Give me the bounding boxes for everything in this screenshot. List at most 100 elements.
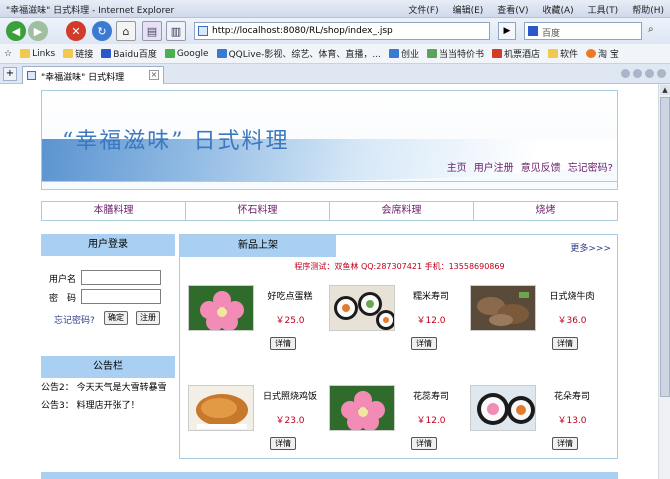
fav-jipiao[interactable]: 机票酒店 xyxy=(492,47,540,60)
tab-prev-icon[interactable] xyxy=(633,69,642,78)
product-image-maki[interactable] xyxy=(329,285,395,331)
scroll-up-icon[interactable]: ▲ xyxy=(660,85,670,95)
notice-item[interactable]: 公告2： 今天天气是大雪转暴雪 xyxy=(41,380,167,393)
new-products-heading: 新品上架 xyxy=(180,235,336,257)
confirm-button[interactable]: 确定 xyxy=(104,311,128,325)
link-home[interactable]: 主页 xyxy=(447,159,467,174)
folder-icon xyxy=(63,49,74,58)
tab-list-icon[interactable] xyxy=(621,69,630,78)
page-icon xyxy=(216,49,227,58)
category-honzen[interactable]: 本膳料理 xyxy=(42,202,186,220)
stop-icon[interactable]: ✕ xyxy=(66,21,86,41)
tab-current[interactable]: "幸福滋味" 日式料理 × xyxy=(22,66,164,84)
login-heading: 用户登录 xyxy=(41,234,175,256)
close-icon[interactable]: × xyxy=(149,70,159,80)
product-price: ￥36.0 xyxy=(557,316,587,326)
link-register[interactable]: 用户注册 xyxy=(474,159,514,174)
category-kaiseki[interactable]: 怀石料理 xyxy=(186,202,330,220)
product-image-flower-maki[interactable] xyxy=(470,385,536,431)
new-tab-button[interactable]: + xyxy=(3,67,17,81)
reader-icon[interactable]: ▥ xyxy=(166,21,186,41)
address-bar[interactable]: http://localhost:8080/RL/shop/index_.jsp xyxy=(194,22,490,40)
header-links: 主页 用户注册 意见反馈 忘记密码? xyxy=(447,159,613,174)
forward-icon[interactable]: ▶ xyxy=(28,21,48,41)
fav-links[interactable]: Links xyxy=(20,49,55,59)
flower-sushi-image xyxy=(330,386,394,430)
tab-menu-icon[interactable] xyxy=(657,69,666,78)
fav-chuangye[interactable]: 创业 xyxy=(388,47,419,60)
detail-button[interactable]: 详情 xyxy=(411,337,437,350)
detail-button[interactable]: 详情 xyxy=(552,337,578,350)
refresh-icon[interactable]: ↻ xyxy=(92,21,112,41)
fav-ruanjian[interactable]: 软件 xyxy=(548,47,578,60)
back-icon[interactable]: ◀ xyxy=(6,21,26,41)
favorites-icon[interactable]: ☆ xyxy=(4,49,12,59)
password-field[interactable] xyxy=(81,289,161,304)
tab-controls xyxy=(621,69,666,78)
register-button[interactable]: 注册 xyxy=(136,311,160,325)
category-kaiseki-banquet[interactable]: 会席料理 xyxy=(330,202,474,220)
menu-bar: 文件(F) 编辑(E) 查看(V) 收藏(A) 工具(T) 帮助(H) xyxy=(408,3,664,16)
fav-dangdang[interactable]: 当当特价书 xyxy=(426,47,484,60)
detail-button[interactable]: 详情 xyxy=(411,437,437,450)
test-info: 程序测试：双鱼林 QQ:287307421 手机：13558690869 xyxy=(294,262,505,271)
search-icon[interactable]: ⌕ xyxy=(648,24,654,35)
scroll-thumb[interactable] xyxy=(660,97,670,397)
menu-edit[interactable]: 编辑(E) xyxy=(453,3,484,16)
page-icon xyxy=(492,49,502,58)
link-feedback[interactable]: 意见反馈 xyxy=(521,159,561,174)
fav-baidu[interactable]: Baidu百度 xyxy=(101,47,157,60)
product-card: 花蕊寿司 ￥12.0 详情 xyxy=(321,385,461,465)
link-forgot-password[interactable]: 忘记密码? xyxy=(568,159,613,174)
product-price: ￥23.0 xyxy=(275,416,305,426)
product-image-flower-sushi[interactable] xyxy=(188,285,254,331)
menu-view[interactable]: 查看(V) xyxy=(497,3,528,16)
product-name: 好吃点蛋糕 xyxy=(267,292,313,302)
product-image-flower-sushi[interactable] xyxy=(329,385,395,431)
detail-button[interactable]: 详情 xyxy=(270,337,296,350)
google-icon xyxy=(164,49,175,58)
search-engine-icon[interactable] xyxy=(528,26,538,36)
tab-next-icon[interactable] xyxy=(645,69,654,78)
notice-item[interactable]: 公告3： 料理店开张了！ xyxy=(41,398,140,411)
folder-icon xyxy=(548,49,559,58)
folder-icon xyxy=(20,49,31,58)
vertical-scrollbar[interactable]: ▲ xyxy=(658,84,670,479)
product-name: 糯米寿司 xyxy=(412,292,449,302)
product-image-beef[interactable] xyxy=(470,285,536,331)
forgot-password-link[interactable]: 忘记密码? xyxy=(54,313,95,326)
fav-qqlive[interactable]: QQLive-影视、综艺、体育、直播，... xyxy=(216,47,381,60)
search-box[interactable]: 百度 xyxy=(524,22,642,40)
product-image-teriyaki[interactable] xyxy=(188,385,254,431)
tab-bar: + "幸福滋味" 日式料理 × xyxy=(0,64,670,84)
site-banner: “幸福滋味” 日式料理 主页 用户注册 意见反馈 忘记密码? xyxy=(41,90,618,190)
address-url[interactable]: http://localhost:8080/RL/shop/index_.jsp xyxy=(212,26,393,36)
login-form: 用户名 密 码 忘记密码? 确定 注册 xyxy=(41,256,175,356)
product-name: 日式烧牛肉 xyxy=(549,292,595,302)
menu-favorites[interactable]: 收藏(A) xyxy=(542,3,573,16)
go-button[interactable]: ▶ xyxy=(498,22,516,40)
fav-taobao[interactable]: 淘 宝 xyxy=(586,47,619,60)
menu-help[interactable]: 帮助(H) xyxy=(632,3,664,16)
maki-rolls-image xyxy=(330,286,394,330)
site-title: “幸福滋味” 日式料理 xyxy=(62,129,290,154)
product-price: ￥13.0 xyxy=(557,416,587,426)
category-grill[interactable]: 烧烤 xyxy=(474,202,617,220)
banner-footer xyxy=(42,181,617,189)
detail-button[interactable]: 详情 xyxy=(552,437,578,450)
history-icon[interactable]: ▤ xyxy=(142,21,162,41)
product-card: 糯米寿司 ￥12.0 详情 xyxy=(321,285,461,365)
page-icon xyxy=(27,71,36,80)
home-icon[interactable]: ⌂ xyxy=(116,21,136,41)
fav-google[interactable]: Google xyxy=(164,49,209,59)
menu-file[interactable]: 文件(F) xyxy=(408,3,438,16)
detail-button[interactable]: 详情 xyxy=(270,437,296,450)
fav-lianjie[interactable]: 链接 xyxy=(63,47,93,60)
more-link[interactable]: 更多>>> xyxy=(570,241,611,254)
window-titlebar: "幸福滋味" 日式料理 - Internet Explorer 文件(F) 编辑… xyxy=(0,0,670,18)
product-card: 日式照烧鸡饭 ￥23.0 详情 xyxy=(180,385,320,465)
menu-tools[interactable]: 工具(T) xyxy=(588,3,619,16)
footer-bar xyxy=(41,472,618,479)
username-field[interactable] xyxy=(81,270,161,285)
page-icon xyxy=(426,49,437,58)
